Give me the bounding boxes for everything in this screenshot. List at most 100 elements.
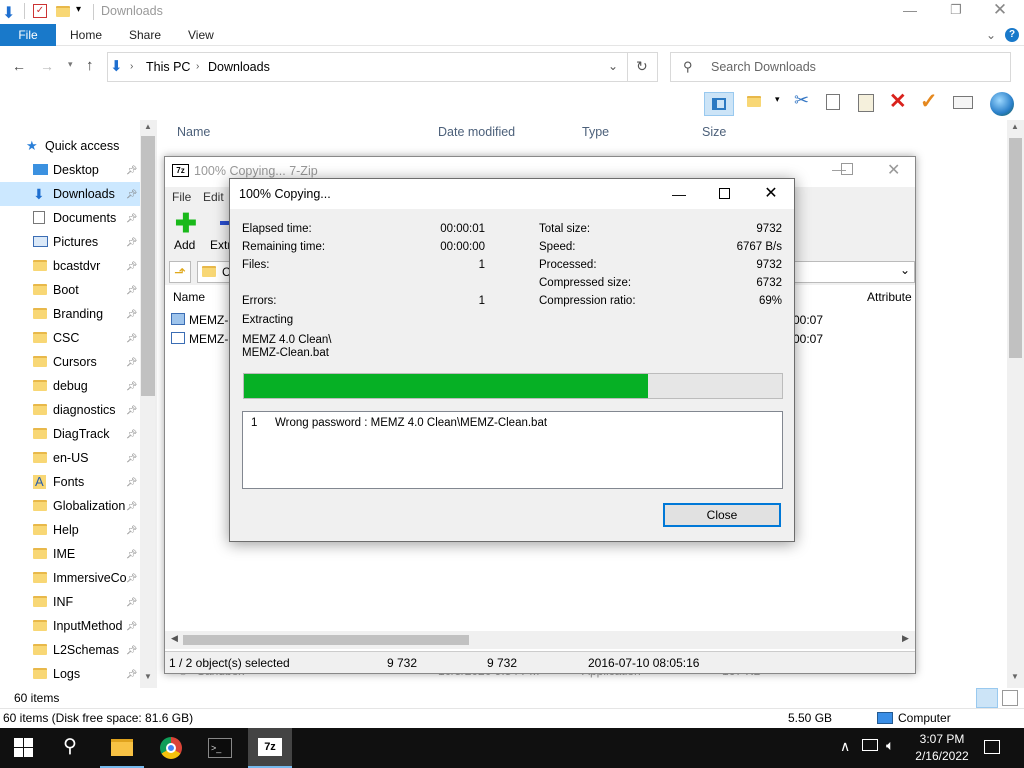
address-box[interactable]: ⬇ › This PC › Downloads ⌄ [107, 52, 628, 82]
sidebar-item-globalization[interactable]: Globalization 📌︎ [0, 494, 140, 518]
clock-time[interactable]: 3:07 PM [912, 732, 972, 746]
network-icon[interactable] [862, 739, 878, 751]
pin-icon[interactable]: 📌︎ [126, 278, 137, 302]
column-size[interactable]: Size [702, 120, 726, 144]
maximize-button[interactable]: ❐ [936, 2, 976, 18]
breadcrumb-downloads[interactable]: Downloads [208, 60, 270, 74]
recent-dropdown-icon[interactable]: ▾ [68, 59, 73, 70]
close-button[interactable]: ✕ [887, 160, 900, 180]
qat-dropdown-icon[interactable]: ▾ [76, 4, 81, 15]
error-message-list[interactable]: 1 Wrong password : MEMZ 4.0 Clean\MEMZ-C… [242, 411, 783, 489]
sidebar-item-boot[interactable]: Boot 📌︎ [0, 278, 140, 302]
sidebar-item-fonts[interactable]: A Fonts 📌︎ [0, 470, 140, 494]
sidebar-item-l2schemas[interactable]: L2Schemas 📌︎ [0, 638, 140, 662]
sidebar-item-en-us[interactable]: en-US 📌︎ [0, 446, 140, 470]
path-dropdown-icon[interactable]: ⌄ [900, 263, 910, 277]
file-list-scrollbar[interactable]: ▲ ▼ [1007, 120, 1024, 688]
pin-icon[interactable]: 📌︎ [126, 302, 137, 326]
pin-icon[interactable]: 📌︎ [126, 350, 137, 374]
close-dialog-button[interactable]: Close [663, 503, 781, 527]
help-icon[interactable]: ? [1005, 28, 1019, 42]
pin-icon[interactable]: 📌︎ [126, 566, 137, 590]
chevron-right-icon[interactable]: › [130, 61, 133, 72]
pin-icon[interactable]: 📌︎ [126, 230, 137, 254]
sidebar-item-quick-access[interactable]: ★ Quick access [0, 134, 140, 158]
nav-scrollbar[interactable]: ▲ ▼ [140, 120, 157, 688]
7zip-hscrollbar[interactable]: ◀ ▶ [165, 631, 915, 649]
pin-icon[interactable]: 📌︎ [126, 422, 137, 446]
up-arrow-icon[interactable]: ↑ [86, 57, 94, 74]
maximize-button[interactable] [841, 163, 853, 175]
add-button-label[interactable]: Add [174, 238, 195, 252]
copy-icon[interactable] [826, 94, 840, 110]
pin-icon[interactable]: 📌︎ [126, 614, 137, 638]
chevron-right-icon[interactable]: › [196, 61, 199, 72]
globe-icon[interactable] [990, 92, 1014, 116]
pin-icon[interactable]: 📌︎ [126, 638, 137, 662]
pin-icon[interactable]: 📌︎ [126, 158, 137, 182]
dialog-maximize-button[interactable] [702, 179, 748, 209]
pin-icon[interactable]: 📌︎ [126, 494, 137, 518]
sidebar-item-immersiveco[interactable]: ImmersiveCo 📌︎ [0, 566, 140, 590]
large-icons-view-button[interactable] [1002, 690, 1018, 706]
paste-icon[interactable] [858, 94, 874, 112]
column-name[interactable]: Name [177, 120, 210, 144]
pin-icon[interactable]: 📌︎ [126, 374, 137, 398]
tab-share[interactable]: Share [129, 24, 161, 46]
pin-icon[interactable]: 📌︎ [126, 206, 137, 230]
sidebar-item-logs[interactable]: Logs 📌︎ [0, 662, 140, 686]
sidebar-item-ime[interactable]: IME 📌︎ [0, 542, 140, 566]
menu-file[interactable]: File [172, 190, 191, 204]
pin-icon[interactable]: 📌︎ [126, 542, 137, 566]
sidebar-item-debug[interactable]: debug 📌︎ [0, 374, 140, 398]
ribbon-expand-icon[interactable]: ⌄ [986, 24, 996, 46]
forward-arrow-icon[interactable]: → [40, 58, 54, 74]
chevron-up-icon[interactable]: ∧ [840, 738, 850, 755]
sidebar-item-inputmethod[interactable]: InputMethod 📌︎ [0, 614, 140, 638]
pin-icon[interactable]: 📌︎ [126, 446, 137, 470]
sidebar-item-cursors[interactable]: Cursors 📌︎ [0, 350, 140, 374]
back-arrow-icon[interactable]: ← [12, 58, 26, 74]
7zip-column-name[interactable]: Name [173, 290, 205, 304]
details-view-button[interactable] [976, 688, 998, 708]
dialog-minimize-button[interactable]: — [656, 179, 702, 209]
dialog-close-button[interactable]: ✕ [748, 179, 794, 209]
pin-icon[interactable]: 📌︎ [126, 182, 137, 206]
pin-icon[interactable]: 📌︎ [126, 662, 137, 686]
pin-icon[interactable]: 📌︎ [126, 470, 137, 494]
search-icon[interactable]: ⚲ [63, 735, 77, 758]
sidebar-item-diagnostics[interactable]: diagnostics 📌︎ [0, 398, 140, 422]
checkmark-icon[interactable]: ✓ [920, 89, 938, 114]
sidebar-item-desktop[interactable]: Desktop 📌︎ [0, 158, 140, 182]
close-button[interactable]: ✕ [980, 0, 1020, 20]
search-input[interactable]: Search Downloads [711, 60, 816, 74]
tab-view[interactable]: View [188, 24, 214, 46]
volume-icon[interactable]: 🔈︎ [886, 737, 894, 754]
sidebar-item-documents[interactable]: Documents 📌︎ [0, 206, 140, 230]
7zip-column-attributes[interactable]: Attribute [867, 290, 912, 304]
start-button[interactable] [14, 738, 34, 758]
tab-file[interactable]: File [0, 24, 56, 46]
sidebar-item-csc[interactable]: CSC 📌︎ [0, 326, 140, 350]
pin-icon[interactable]: 📌︎ [126, 398, 137, 422]
sidebar-item-diagtrack[interactable]: DiagTrack 📌︎ [0, 422, 140, 446]
sidebar-item-bcastdvr[interactable]: bcastdvr 📌︎ [0, 254, 140, 278]
layout-pane-icon[interactable] [704, 92, 734, 116]
pin-icon[interactable]: 📌︎ [126, 326, 137, 350]
tab-home[interactable]: Home [70, 24, 102, 46]
sidebar-item-pictures[interactable]: Pictures 📌︎ [0, 230, 140, 254]
rename-icon[interactable] [953, 96, 973, 109]
explorer-taskbar-button[interactable] [100, 728, 144, 768]
cut-icon[interactable]: ✂ [794, 90, 809, 111]
7zip-taskbar-button[interactable]: 7z [248, 728, 292, 768]
pin-icon[interactable]: 📌︎ [126, 518, 137, 542]
column-type[interactable]: Type [582, 120, 609, 144]
sidebar-item-inf[interactable]: INF 📌︎ [0, 590, 140, 614]
notifications-icon[interactable] [984, 740, 1000, 754]
new-folder-icon[interactable] [56, 6, 70, 17]
clock-date[interactable]: 2/16/2022 [908, 749, 976, 763]
pin-icon[interactable]: 📌︎ [126, 590, 137, 614]
menu-edit[interactable]: Edit [203, 190, 224, 204]
folder-up-icon[interactable]: ⬏ [169, 261, 191, 283]
new-folder-icon[interactable] [747, 96, 761, 107]
